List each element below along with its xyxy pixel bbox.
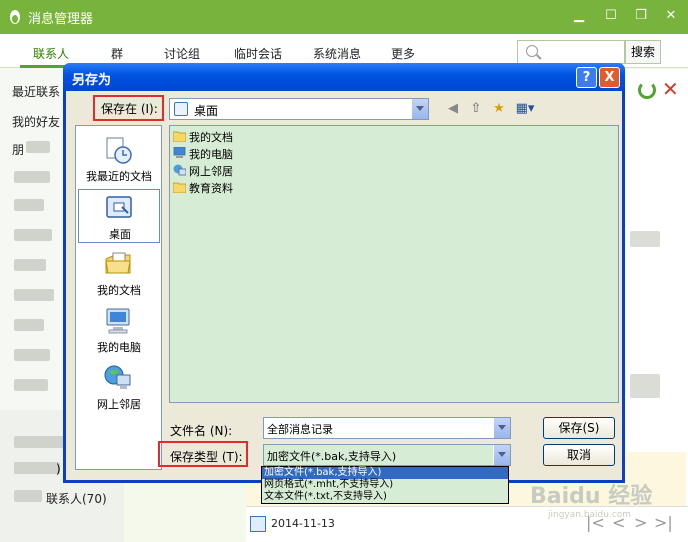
last-page-icon[interactable]: >|: [654, 513, 673, 532]
filename-value: 全部消息记录: [267, 423, 333, 436]
sidebar-item-friends[interactable]: 我的好友: [12, 113, 60, 130]
file-item-label: 我的文档: [189, 131, 233, 144]
blurred-contact[interactable]: [14, 319, 44, 331]
tab-more[interactable]: 更多: [391, 45, 415, 62]
blurred-contact[interactable]: [14, 289, 54, 301]
filetype-option[interactable]: 文本文件(*.txt,不支持导入): [262, 491, 508, 503]
tab-contacts[interactable]: 联系人: [33, 45, 69, 62]
save-as-dialog: 另存为 ? X 保存在 (I): 桌面 ◀ ⇧ ★ ▦▾ 我最近的文档 桌面 我…: [63, 63, 625, 483]
search-input[interactable]: [517, 40, 625, 64]
folder-icon: [173, 131, 186, 142]
cancel-button[interactable]: 取消: [543, 444, 615, 466]
maximize-icon[interactable]: ☐: [600, 6, 622, 26]
folder-icon: [173, 182, 186, 193]
calendar-icon[interactable]: [250, 516, 266, 532]
desktop-icon: [106, 196, 132, 218]
place-my-documents[interactable]: 我的文档: [78, 246, 160, 300]
blurred-contact[interactable]: [14, 229, 52, 241]
new-folder-icon[interactable]: ★: [489, 99, 509, 119]
filetype-highlight-box: [158, 441, 248, 467]
desktop-small-icon: [174, 102, 188, 116]
delete-icon[interactable]: ✕: [662, 77, 679, 101]
filename-field[interactable]: 全部消息记录: [263, 417, 511, 439]
view-menu-icon[interactable]: ▦▾: [512, 99, 538, 119]
place-label: 我的文档: [97, 284, 141, 297]
chevron-down-icon[interactable]: [493, 445, 510, 465]
app-title-bar: 消息管理器 ▁ ☐ ❐ ✕: [0, 0, 688, 34]
place-network[interactable]: 网上邻居: [78, 360, 160, 414]
file-item-label: 网上邻居: [189, 165, 233, 178]
filetype-option[interactable]: 加密文件(*.bak,支持导入): [262, 467, 508, 479]
dialog-title: 另存为: [72, 73, 112, 88]
baidu-watermark-url: jingyan.baidu.com: [548, 510, 632, 520]
places-bar: 我最近的文档 桌面 我的文档 我的电脑 网上邻居: [75, 125, 162, 470]
blurred-contact[interactable]: [14, 349, 50, 361]
blurred-contact[interactable]: [14, 462, 60, 474]
chevron-down-icon[interactable]: [493, 418, 510, 438]
dialog-title-bar: 另存为 ? X: [63, 63, 625, 91]
refresh-icon[interactable]: [638, 81, 656, 99]
blurred-contact[interactable]: [26, 141, 50, 153]
tab-groups[interactable]: 群: [111, 45, 123, 62]
sidebar-item-contacts-count[interactable]: 联系人(70): [46, 490, 107, 507]
restore-icon[interactable]: ❐: [630, 6, 652, 26]
filetype-dropdown-list[interactable]: 加密文件(*.bak,支持导入) 网页格式(*.mht,不支持导入) 文本文件(…: [261, 466, 509, 504]
current-date: 2014-11-13: [271, 517, 335, 530]
save-button[interactable]: 保存(S): [543, 417, 615, 439]
place-desktop[interactable]: 桌面: [78, 189, 160, 243]
save-in-value: 桌面: [194, 104, 219, 118]
file-item-label: 教育资料: [189, 182, 233, 195]
minimize-icon[interactable]: ▁: [568, 6, 590, 26]
search-button[interactable]: 搜索: [625, 40, 661, 64]
recent-docs-icon: [106, 137, 132, 164]
app-title: 消息管理器: [28, 12, 94, 27]
place-my-computer[interactable]: 我的电脑: [78, 303, 160, 357]
blurred-contact[interactable]: [14, 379, 48, 391]
network-places-icon: [104, 365, 131, 389]
search-icon: [526, 45, 538, 57]
blurred-contact[interactable]: [14, 171, 50, 183]
qq-penguin-icon: [10, 10, 20, 24]
file-list[interactable]: 我的文档 我的电脑 网上邻居 教育资料: [169, 125, 619, 403]
place-label: 我最近的文档: [86, 170, 152, 183]
blurred-avatar: [630, 374, 660, 398]
filetype-option[interactable]: 网页格式(*.mht,不支持导入): [262, 479, 508, 491]
network-icon: [173, 164, 186, 176]
blurred-avatar: [630, 231, 660, 247]
my-documents-icon: [105, 252, 131, 274]
chevron-down-icon[interactable]: [411, 99, 428, 119]
sidebar-item-recent[interactable]: 最近联系: [12, 83, 60, 100]
back-icon[interactable]: ◀: [443, 99, 463, 119]
blurred-contact[interactable]: [14, 199, 44, 211]
next-page-icon[interactable]: >: [634, 513, 647, 532]
blurred-contact[interactable]: [14, 259, 46, 271]
place-label: 网上邻居: [97, 398, 141, 411]
computer-icon: [173, 147, 186, 158]
place-label: 桌面: [109, 228, 131, 241]
filetype-combo[interactable]: 加密文件(*.bak,支持导入): [263, 444, 511, 466]
save-in-highlight-box: [93, 95, 164, 121]
blurred-contact[interactable]: [14, 490, 42, 502]
up-folder-icon[interactable]: ⇧: [466, 99, 486, 119]
save-in-combo[interactable]: 桌面: [169, 98, 429, 120]
close-icon[interactable]: ✕: [660, 6, 682, 26]
filetype-value: 加密文件(*.bak,支持导入): [267, 450, 397, 463]
sidebar-friend-initial[interactable]: 朋: [12, 141, 24, 158]
tab-system-messages[interactable]: 系统消息: [313, 45, 361, 62]
tab-discussion-groups[interactable]: 讨论组: [164, 45, 200, 62]
filename-label: 文件名 (N):: [170, 424, 233, 438]
blurred-contact[interactable]: [14, 436, 64, 448]
file-item-label: 我的电脑: [189, 148, 233, 161]
tab-temp-sessions[interactable]: 临时会话: [234, 45, 282, 62]
help-button[interactable]: ?: [576, 67, 597, 88]
my-computer-icon: [106, 308, 130, 334]
baidu-watermark: Baidu 经验: [530, 484, 653, 509]
place-label: 我的电脑: [97, 341, 141, 354]
place-recent-documents[interactable]: 我最近的文档: [78, 132, 160, 186]
dialog-close-button[interactable]: X: [599, 67, 620, 88]
